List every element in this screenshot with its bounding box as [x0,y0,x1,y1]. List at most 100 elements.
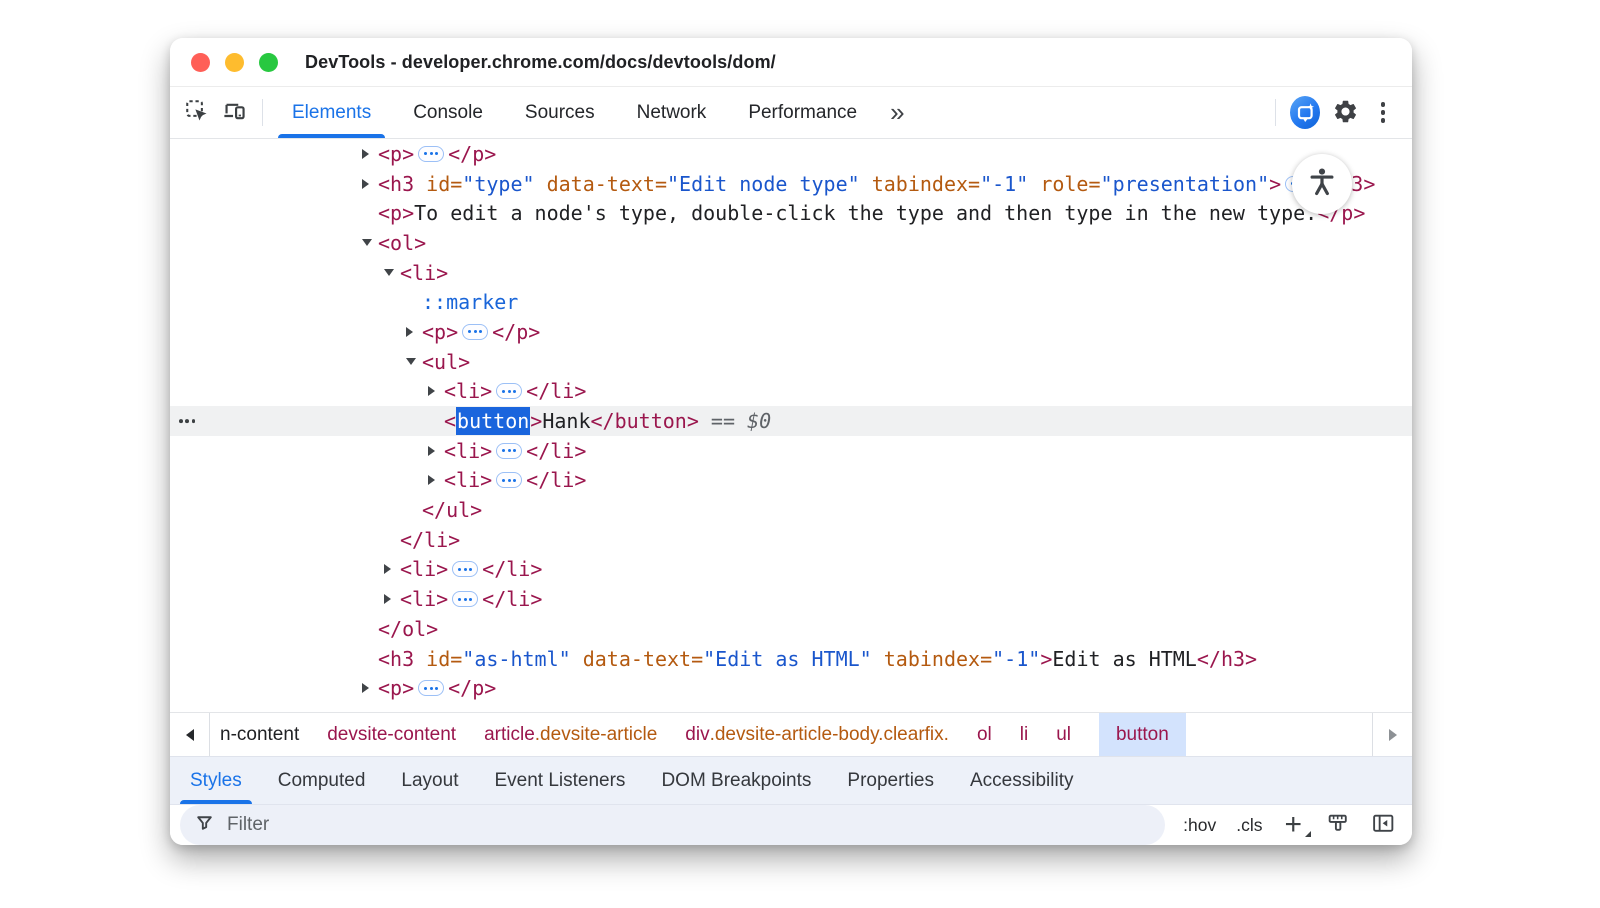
close-button[interactable] [191,53,210,72]
zoom-button[interactable] [259,53,278,72]
disclosure-arrow-expanded-icon[interactable] [406,358,416,365]
devtools-toolbar: ElementsConsoleSourcesNetworkPerformance… [170,87,1412,139]
settings-button[interactable] [1326,87,1364,138]
disclosure-arrow-collapsed-icon[interactable] [406,327,413,337]
dom-tree-row[interactable]: <p>To edit a node's type, double-click t… [170,198,1412,228]
collapsed-content-ellipsis-button[interactable] [496,472,522,488]
breadcrumb-item[interactable]: div.devsite-article-body.clearfix. [685,724,949,746]
tab-performance[interactable]: Performance [727,87,878,138]
toggle-element-state-button[interactable]: :hov [1183,815,1216,836]
collapsed-content-ellipsis-button[interactable] [418,146,444,162]
new-style-rule-button[interactable]: + [1282,810,1304,840]
disclosure-arrow-collapsed-icon[interactable] [428,446,435,456]
sidebar-tab-layout[interactable]: Layout [383,757,476,804]
device-toolbar-icon [222,98,248,127]
code-token-val: "-1" [992,647,1040,671]
breadcrumb-item[interactable]: ol [977,724,992,746]
collapsed-content-ellipsis-button[interactable] [418,680,444,696]
code-token-tag: <p> [378,676,414,700]
disclosure-arrow-expanded-icon[interactable] [384,269,394,276]
dom-tree-row[interactable]: <li></li> [170,555,1412,585]
dom-tree-row[interactable]: <li></li> [170,436,1412,466]
tab-network[interactable]: Network [616,87,728,138]
disclosure-arrow-collapsed-icon[interactable] [362,179,369,189]
sidebar-tab-event-listeners[interactable]: Event Listeners [476,757,643,804]
disclosure-arrow-expanded-icon[interactable] [362,239,372,246]
dom-tree-row[interactable]: </li> [170,525,1412,555]
code-token-tag: < [444,409,456,433]
dom-tree-row[interactable]: <li> [170,258,1412,288]
code-token-var: $0 [747,409,771,433]
dom-tree-row[interactable]: </ul> [170,495,1412,525]
disclosure-arrow-collapsed-icon[interactable] [362,683,369,693]
accessibility-cursor-overlay [1292,154,1352,214]
dom-tree-row[interactable]: <li></li> [170,584,1412,614]
dom-tree-row[interactable]: </ol> [170,614,1412,644]
ai-assistance-button[interactable] [1284,87,1326,138]
arrow-slot [428,475,444,485]
dom-tree-row[interactable]: <li></li> [170,466,1412,496]
code-token-tag: </ul> [422,498,482,522]
breadcrumb-item-text: n-content [220,724,299,746]
breadcrumb-item[interactable]: li [1020,724,1028,746]
dom-tree-row[interactable]: <p></p> [170,673,1412,703]
disclosure-arrow-collapsed-icon[interactable] [428,386,435,396]
collapsed-content-ellipsis-button[interactable] [496,443,522,459]
tab-sources[interactable]: Sources [504,87,616,138]
dom-tree-row[interactable]: <h3 id="type" data-text="Edit node type"… [170,169,1412,199]
more-options-menu-button[interactable] [1364,87,1402,138]
disclosure-arrow-collapsed-icon[interactable] [384,594,391,604]
sidebar-tab-accessibility[interactable]: Accessibility [952,757,1091,804]
dom-tree-row[interactable]: <ul> [170,347,1412,377]
code-token-val: "type" [462,172,546,196]
dom-tree-row[interactable]: <p></p> [170,317,1412,347]
dom-tree-row[interactable]: <ol> [170,228,1412,258]
code-token-tag: </p> [492,320,540,344]
styles-filter-field[interactable] [180,805,1165,845]
tab-elements[interactable]: Elements [271,87,392,138]
breadcrumb-item[interactable]: n-content [220,724,299,746]
styles-filter-input[interactable] [225,813,1151,837]
breadcrumb-item-text: li [1020,724,1028,746]
device-toolbar-button[interactable] [216,87,254,138]
breadcrumb-item[interactable]: article.devsite-article [484,724,657,746]
breadcrumb-item[interactable]: button [1099,713,1186,756]
inspect-element-button[interactable] [178,87,216,138]
collapsed-content-ellipsis-button[interactable] [452,591,478,607]
collapsed-content-ellipsis-button[interactable] [462,324,488,340]
more-tabs-button[interactable]: » [878,87,916,138]
dom-tree-row[interactable]: <button>Hank</button> == $0 [170,406,1412,436]
breadcrumb-scroll-left-button[interactable] [170,713,210,756]
tab-console[interactable]: Console [392,87,504,138]
element-classes-button[interactable]: .cls [1236,815,1262,836]
breadcrumb-item-text: ul [1056,724,1071,746]
dom-tree-row[interactable]: ::marker [170,287,1412,317]
disclosure-arrow-collapsed-icon[interactable] [384,564,391,574]
node-more-actions-dots[interactable] [179,419,195,423]
code-token-tag: <h3 [378,647,426,671]
dom-tree-row[interactable]: <h3 id="as-html" data-text="Edit as HTML… [170,644,1412,674]
breadcrumb-item[interactable]: ul [1056,724,1071,746]
collapsed-content-ellipsis-button[interactable] [496,383,522,399]
sidebar-tab-dom-breakpoints[interactable]: DOM Breakpoints [643,757,829,804]
sidebar-tab-properties[interactable]: Properties [829,757,952,804]
dom-tree-row[interactable]: <li></li> [170,377,1412,407]
code-token-val: "presentation" [1101,172,1270,196]
disclosure-arrow-collapsed-icon[interactable] [362,149,369,159]
toggle-sidebar-panel-button[interactable] [1371,811,1396,839]
breadcrumb-item-text: article [484,724,535,746]
dom-tree-row[interactable]: <p></p> [170,139,1412,169]
dom-rows: <p></p><h3 id="type" data-text="Edit nod… [170,139,1412,703]
minimize-button[interactable] [225,53,244,72]
breadcrumb-item[interactable]: devsite-content [327,724,456,746]
disclosure-arrow-collapsed-icon[interactable] [428,475,435,485]
code-token-seltag[interactable]: button [456,407,530,435]
sidebar-tab-styles[interactable]: Styles [172,757,260,804]
collapsed-content-ellipsis-button[interactable] [452,561,478,577]
breadcrumb-item-text: .devsite-article-body.clearfix. [710,724,949,746]
rendering-emulations-button[interactable] [1326,811,1351,839]
code-token-tag: </li> [482,587,542,611]
code-token-val: "Edit as HTML" [703,647,884,671]
sidebar-tab-computed[interactable]: Computed [260,757,384,804]
breadcrumb-scroll-right-button[interactable] [1372,713,1412,756]
